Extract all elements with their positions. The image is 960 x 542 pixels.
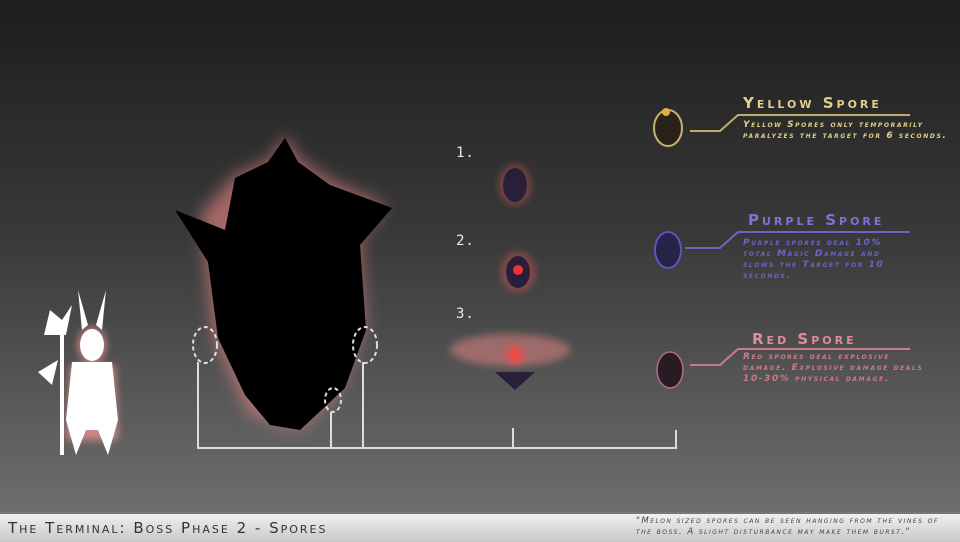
purple-spore-title: Purple Spore (748, 211, 885, 229)
stage-spores (450, 165, 570, 390)
red-spore-desc: Red spores deal explosive damage. Explos… (743, 352, 924, 384)
step-3-label: 3. (456, 306, 475, 322)
yellow-spore-desc: Yellow Spores only temporarily paralyzes… (743, 120, 948, 141)
red-spore-title: Red Spore (752, 330, 857, 348)
step-2-label: 2. (456, 233, 475, 249)
footer-quote: "Melon sized spores can be seen hanging … (636, 516, 939, 537)
step-1-label: 1. (456, 145, 475, 161)
yellow-spore-title: Yellow Spore (743, 94, 882, 112)
player-silhouette (38, 290, 118, 455)
boss-silhouette (175, 135, 392, 430)
footer-bar: The Terminal: Boss Phase 2 - Spores "Mel… (0, 512, 960, 542)
type-spores (653, 108, 684, 389)
purple-spore-desc: Purple spores deal 10% total Magic Damag… (743, 238, 885, 281)
page-title: The Terminal: Boss Phase 2 - Spores (8, 519, 328, 537)
